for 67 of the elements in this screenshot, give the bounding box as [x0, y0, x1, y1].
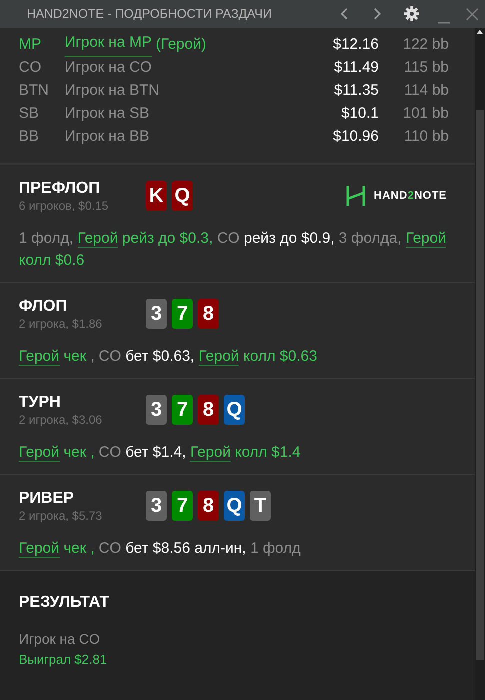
- position-label: MP: [19, 35, 42, 56]
- hero-link[interactable]: Герой: [19, 348, 60, 366]
- hero-tag: (Герой): [156, 34, 206, 57]
- result-title: РЕЗУЛЬТАТ: [19, 593, 111, 613]
- playing-card: 8: [198, 299, 219, 329]
- stack-amount: $11.49: [333, 58, 379, 78]
- action-line: 1 фолд, Герой рейз до $0.3, CO рейз до $0.9, 3 фолда, Герой колл $0.6: [19, 229, 448, 271]
- forward-icon[interactable]: [374, 8, 382, 20]
- playing-card: 3: [146, 395, 167, 425]
- winner-name: Игрок на CO: [19, 630, 102, 649]
- player-name: Игрок на BB: [65, 127, 150, 148]
- hero-link[interactable]: Герой: [406, 230, 446, 248]
- stack-amount: $10.1: [340, 104, 379, 124]
- playing-card: 3: [146, 299, 167, 329]
- logo-text: HAND2NOTE: [374, 188, 447, 204]
- stack-amount: $12.16: [332, 35, 379, 56]
- playing-card: Q: [172, 181, 193, 211]
- stack-amount: $11.35: [333, 81, 379, 102]
- scrollbar-thumb[interactable]: [476, 110, 484, 660]
- scroll-up-icon[interactable]: [477, 30, 483, 34]
- hero-link[interactable]: Герой: [78, 230, 118, 248]
- close-icon[interactable]: [466, 8, 479, 20]
- big-blinds: 122 bb: [402, 35, 449, 56]
- playing-card: 7: [172, 299, 193, 329]
- playing-card: 3: [146, 491, 167, 521]
- player-name: Игрок на CO: [65, 58, 152, 78]
- big-blinds: 114 bb: [403, 81, 449, 102]
- scrollbar[interactable]: [475, 28, 485, 700]
- action-line: Герой чек , CO бет $8.56 алл-ин, 1 фолд: [19, 539, 302, 560]
- stack-amount: $10.96: [332, 127, 379, 148]
- hero-link[interactable]: Герой: [198, 348, 240, 366]
- playing-card: Q: [224, 395, 245, 425]
- playing-card: T: [250, 491, 271, 521]
- player-name: Игрок на BTN: [65, 81, 160, 102]
- logo-icon: [346, 185, 366, 207]
- street-subtitle: 6 игроков, $0.15: [19, 199, 110, 214]
- action-line: Герой чек , CO бет $0.63, Герой колл $0.63: [19, 347, 318, 368]
- street-title: РИВЕР: [19, 489, 76, 509]
- hero-link[interactable]: Герой: [19, 444, 60, 462]
- player-name: Игрок на SB: [65, 104, 150, 124]
- big-blinds: 101 bb: [402, 104, 449, 124]
- won-amount: Выиграл $2.81: [19, 651, 108, 669]
- playing-card: 7: [172, 491, 193, 521]
- playing-card: 8: [198, 491, 219, 521]
- big-blinds: 115 bb: [403, 58, 449, 78]
- playing-card: K: [146, 181, 167, 211]
- position-label: CO: [19, 58, 42, 78]
- position-label: BB: [19, 127, 40, 148]
- hero-link[interactable]: Герой: [19, 540, 60, 558]
- street-subtitle: 2 игрока, $5.73: [19, 509, 104, 524]
- big-blinds: 110 bb: [403, 127, 449, 148]
- street-subtitle: 2 игрока, $3.06: [19, 413, 104, 428]
- back-icon[interactable]: [340, 8, 348, 20]
- playing-card: 8: [198, 395, 219, 425]
- street-title: ФЛОП: [19, 297, 68, 317]
- window-title: HAND2NOTE - ПОДРОБНОСТИ РАЗДАЧИ: [27, 6, 273, 23]
- playing-card: Q: [224, 491, 245, 521]
- action-line: Герой чек , CO бет $1.4, Герой колл $1.4: [19, 443, 302, 464]
- settings-icon[interactable]: [404, 6, 420, 22]
- street-title: ТУРН: [19, 393, 62, 413]
- street-subtitle: 2 игрока, $1.86: [19, 317, 104, 332]
- hero-link[interactable]: Герой: [190, 444, 231, 462]
- street-title: ПРЕФЛОП: [19, 179, 102, 199]
- player-name[interactable]: Игрок на MP: [65, 34, 152, 57]
- playing-card: 7: [172, 395, 193, 425]
- position-label: SB: [19, 104, 40, 124]
- position-label: BTN: [19, 81, 50, 102]
